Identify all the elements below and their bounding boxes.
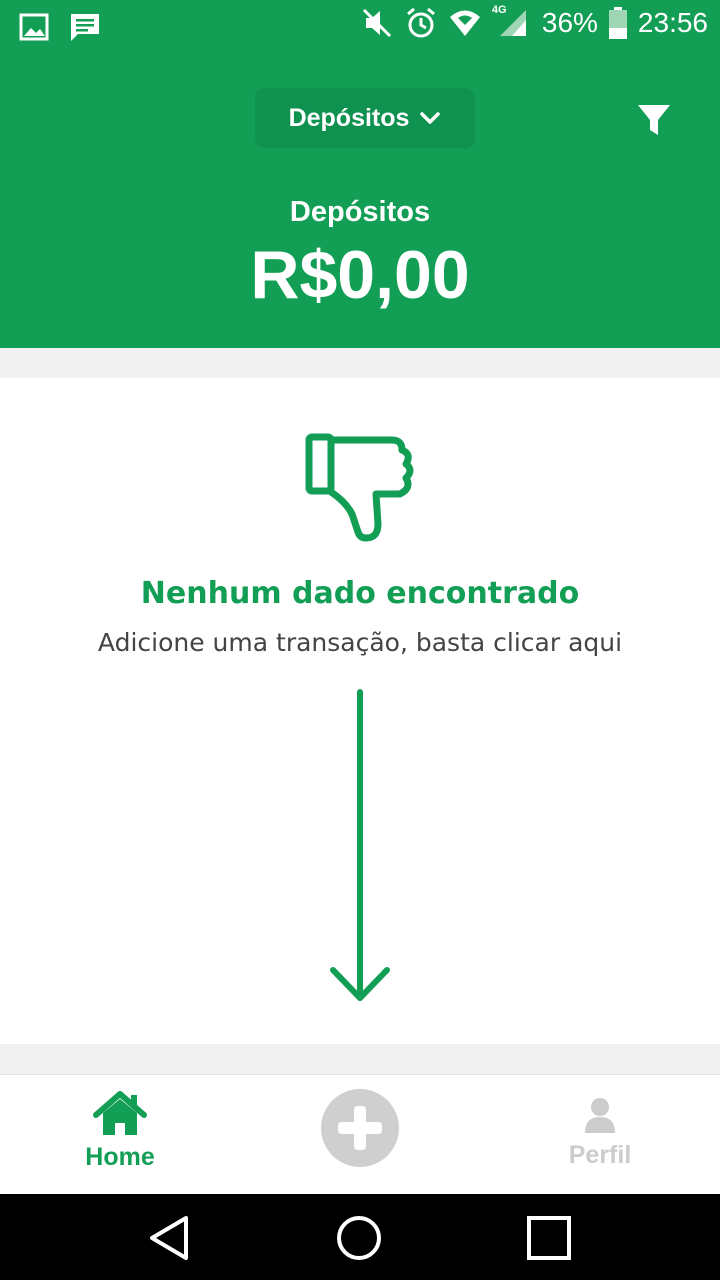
summary-label: Depósitos (289, 196, 431, 228)
user-icon (585, 1098, 615, 1133)
back-icon[interactable] (146, 1214, 194, 1262)
empty-state-card: Nenhum dado encontrado Adicione uma tran… (0, 378, 720, 1044)
nav-home[interactable]: Home (70, 1091, 170, 1175)
cell-signal-icon: 4G (492, 4, 532, 40)
recents-icon[interactable] (525, 1214, 573, 1262)
nav-profile[interactable]: Perfil (550, 1097, 650, 1177)
header: Depósitos Depósitos R$0,00 (0, 50, 720, 348)
clock: 23:56 (637, 7, 708, 38)
image-icon (19, 13, 49, 41)
thumbs-down-icon (305, 433, 414, 542)
wifi-icon (449, 10, 480, 36)
arrow-down-icon (330, 689, 390, 1001)
category-dropdown[interactable]: Depósitos (255, 88, 475, 148)
filter-icon[interactable] (636, 102, 672, 138)
empty-subtitle: Adicione uma transação, basta clicar aqu… (97, 628, 623, 657)
status-bar: 4G 36% 23:56 (0, 0, 720, 50)
empty-title: Nenhum dado encontrado (140, 576, 580, 611)
nav-profile-label: Perfil (568, 1141, 632, 1169)
alarm-icon (406, 7, 435, 38)
add-transaction-button[interactable] (321, 1089, 399, 1167)
nav-home-label: Home (85, 1143, 155, 1171)
system-navigation-bar (0, 1194, 720, 1280)
chevron-down-icon (420, 112, 441, 124)
plus-icon (338, 1106, 382, 1150)
mute-icon (362, 8, 391, 38)
message-icon (71, 14, 99, 41)
battery-percent: 36% (541, 7, 598, 38)
home-circle-icon[interactable] (335, 1214, 383, 1262)
battery-icon (608, 7, 627, 39)
dropdown-label: Depósitos (288, 103, 410, 132)
bottom-navigation: Home Perfil (0, 1074, 720, 1194)
summary-amount: R$0,00 (250, 237, 470, 313)
home-icon (93, 1091, 147, 1135)
